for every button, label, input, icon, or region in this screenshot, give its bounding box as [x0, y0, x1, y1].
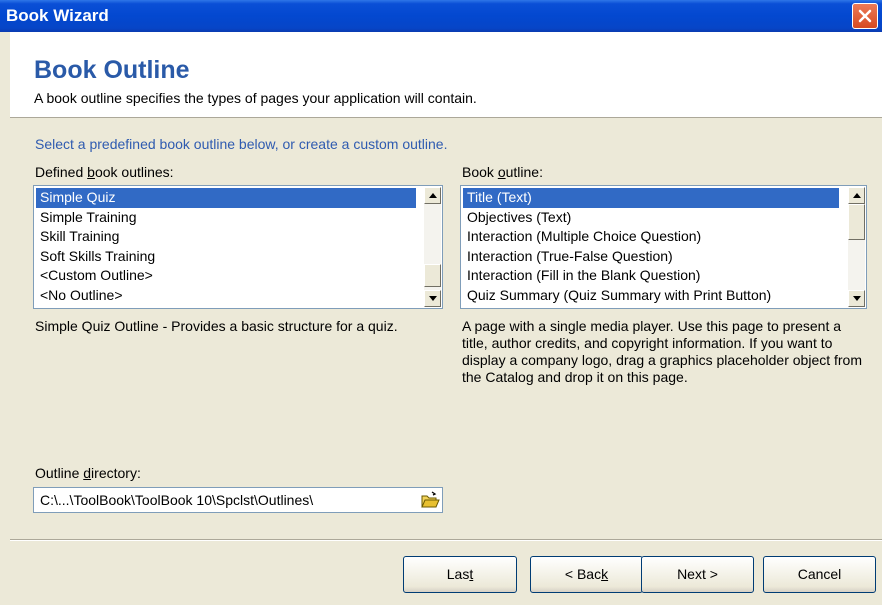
- list-item[interactable]: Interaction (True-False Question): [463, 247, 839, 267]
- page-title: Book Outline: [34, 56, 190, 84]
- outline-directory-value: C:\...\ToolBook\ToolBook 10\Spclst\Outli…: [40, 492, 314, 508]
- window-border: [0, 32, 10, 605]
- scroll-up-button[interactable]: [424, 187, 441, 204]
- page-subtitle: A book outline specifies the types of pa…: [34, 90, 477, 106]
- browse-folder-button[interactable]: [420, 490, 440, 510]
- defined-outlines-list[interactable]: Simple Quiz Simple Training Skill Training…: [33, 185, 443, 309]
- instruction-text: Select a predefined book outline below, …: [35, 136, 448, 152]
- defined-outline-description: Simple Quiz Outline - Provides a basic s…: [35, 318, 398, 334]
- list-item[interactable]: Objectives (Text): [463, 208, 839, 228]
- title-bar: Book Wizard: [0, 0, 882, 32]
- book-outline-scrollbar[interactable]: [848, 187, 865, 307]
- scroll-thumb[interactable]: [424, 264, 441, 287]
- arrow-up-icon: [853, 193, 861, 198]
- book-outline-description: A page with a single media player. Use t…: [462, 318, 863, 385]
- list-item[interactable]: <Custom Outline>: [36, 266, 416, 286]
- scroll-down-button[interactable]: [848, 290, 865, 307]
- open-folder-icon: [421, 491, 440, 508]
- close-icon: [858, 9, 872, 23]
- last-button[interactable]: Last: [403, 556, 517, 593]
- scroll-thumb[interactable]: [848, 204, 865, 240]
- button-divider: [10, 539, 882, 541]
- scroll-up-button[interactable]: [848, 187, 865, 204]
- list-item[interactable]: Title (Text): [463, 188, 839, 208]
- outline-directory-label: Outline directory:: [35, 465, 141, 481]
- next-button[interactable]: Next >: [641, 556, 754, 593]
- list-item[interactable]: Interaction (Fill in the Blank Question): [463, 266, 839, 286]
- arrow-up-icon: [429, 193, 437, 198]
- close-button[interactable]: [852, 3, 878, 29]
- arrow-down-icon: [429, 296, 437, 301]
- scroll-down-button[interactable]: [424, 290, 441, 307]
- arrow-down-icon: [853, 296, 861, 301]
- list-item[interactable]: Skill Training: [36, 227, 416, 247]
- list-item[interactable]: Soft Skills Training: [36, 247, 416, 267]
- outline-directory-field[interactable]: C:\...\ToolBook\ToolBook 10\Spclst\Outli…: [33, 487, 443, 513]
- defined-outlines-scrollbar[interactable]: [424, 187, 441, 307]
- list-item[interactable]: Interaction (Multiple Choice Question): [463, 227, 839, 247]
- list-item[interactable]: Simple Quiz: [36, 188, 416, 208]
- window-title: Book Wizard: [6, 6, 109, 25]
- list-item[interactable]: Quiz Summary (Quiz Summary with Print Bu…: [463, 286, 839, 306]
- defined-outlines-label: Defined book outlines:: [35, 164, 174, 180]
- list-item[interactable]: Simple Training: [36, 208, 416, 228]
- cancel-button[interactable]: Cancel: [763, 556, 876, 593]
- back-button[interactable]: < Back: [530, 556, 643, 593]
- wizard-header: Book Outline A book outline specifies th…: [10, 32, 882, 118]
- list-item[interactable]: <No Outline>: [36, 286, 416, 306]
- book-outline-list[interactable]: Title (Text) Objectives (Text) Interaction…: [460, 185, 867, 309]
- book-outline-label: Book outline:: [462, 164, 543, 180]
